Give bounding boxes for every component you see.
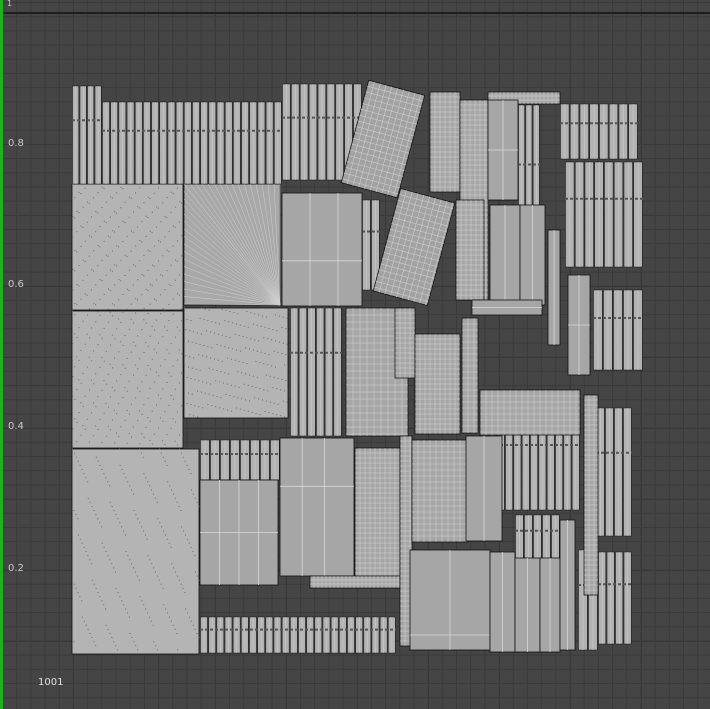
- uv-shell[interactable]: [394, 307, 416, 379]
- uv-strip-group[interactable]: [560, 103, 638, 160]
- uv-strip-group[interactable]: [72, 85, 102, 185]
- uv-shell[interactable]: [583, 394, 599, 596]
- uv-strip-group[interactable]: [565, 161, 643, 268]
- uv-shell[interactable]: [547, 229, 561, 346]
- uv-shell[interactable]: [409, 549, 491, 651]
- uv-shell[interactable]: [411, 439, 469, 543]
- uv-strip-group[interactable]: [200, 616, 396, 654]
- uv-shell[interactable]: [372, 188, 456, 306]
- uv-shell[interactable]: [279, 437, 355, 577]
- uv-shell[interactable]: [559, 519, 576, 651]
- uv-strip-group[interactable]: [598, 551, 632, 645]
- uv-shell[interactable]: [461, 317, 479, 434]
- uv-shell[interactable]: [479, 389, 581, 436]
- uv-strip-group[interactable]: [596, 407, 632, 537]
- uv-strip-group[interactable]: [515, 514, 560, 561]
- uv-shell[interactable]: [414, 333, 461, 435]
- uv-strip-group[interactable]: [290, 307, 342, 437]
- uv-shell[interactable]: [354, 447, 401, 589]
- uv-strip-group[interactable]: [102, 101, 282, 185]
- udim-tile-label: 1001: [38, 677, 64, 688]
- uv-shell[interactable]: [487, 99, 519, 201]
- uv-strip-group[interactable]: [200, 439, 280, 481]
- uv-editor-viewport[interactable]: 1 0.8 0.6 0.4 0.2 1001: [0, 0, 710, 709]
- uv-shell[interactable]: [71, 183, 184, 311]
- uv-shell[interactable]: [183, 183, 281, 306]
- uv-shell[interactable]: [514, 557, 541, 653]
- uv-strip-group[interactable]: [593, 289, 643, 371]
- uv-shell[interactable]: [429, 91, 461, 193]
- uv-layout-canvas[interactable]: [0, 0, 710, 709]
- uv-shell[interactable]: [455, 199, 485, 301]
- uv-shell[interactable]: [471, 299, 543, 316]
- uv-shell[interactable]: [567, 274, 591, 376]
- uv-shell[interactable]: [71, 310, 184, 449]
- uv-shell[interactable]: [281, 192, 363, 307]
- uv-shell[interactable]: [489, 551, 516, 653]
- uv-shell[interactable]: [519, 204, 546, 306]
- uv-shell[interactable]: [539, 557, 561, 653]
- uv-shell[interactable]: [309, 575, 401, 589]
- uv-shell[interactable]: [199, 479, 279, 586]
- uv-shell[interactable]: [465, 435, 503, 542]
- uv-shell[interactable]: [489, 204, 521, 306]
- uv-shell[interactable]: [71, 448, 200, 655]
- uv-shell[interactable]: [183, 307, 289, 419]
